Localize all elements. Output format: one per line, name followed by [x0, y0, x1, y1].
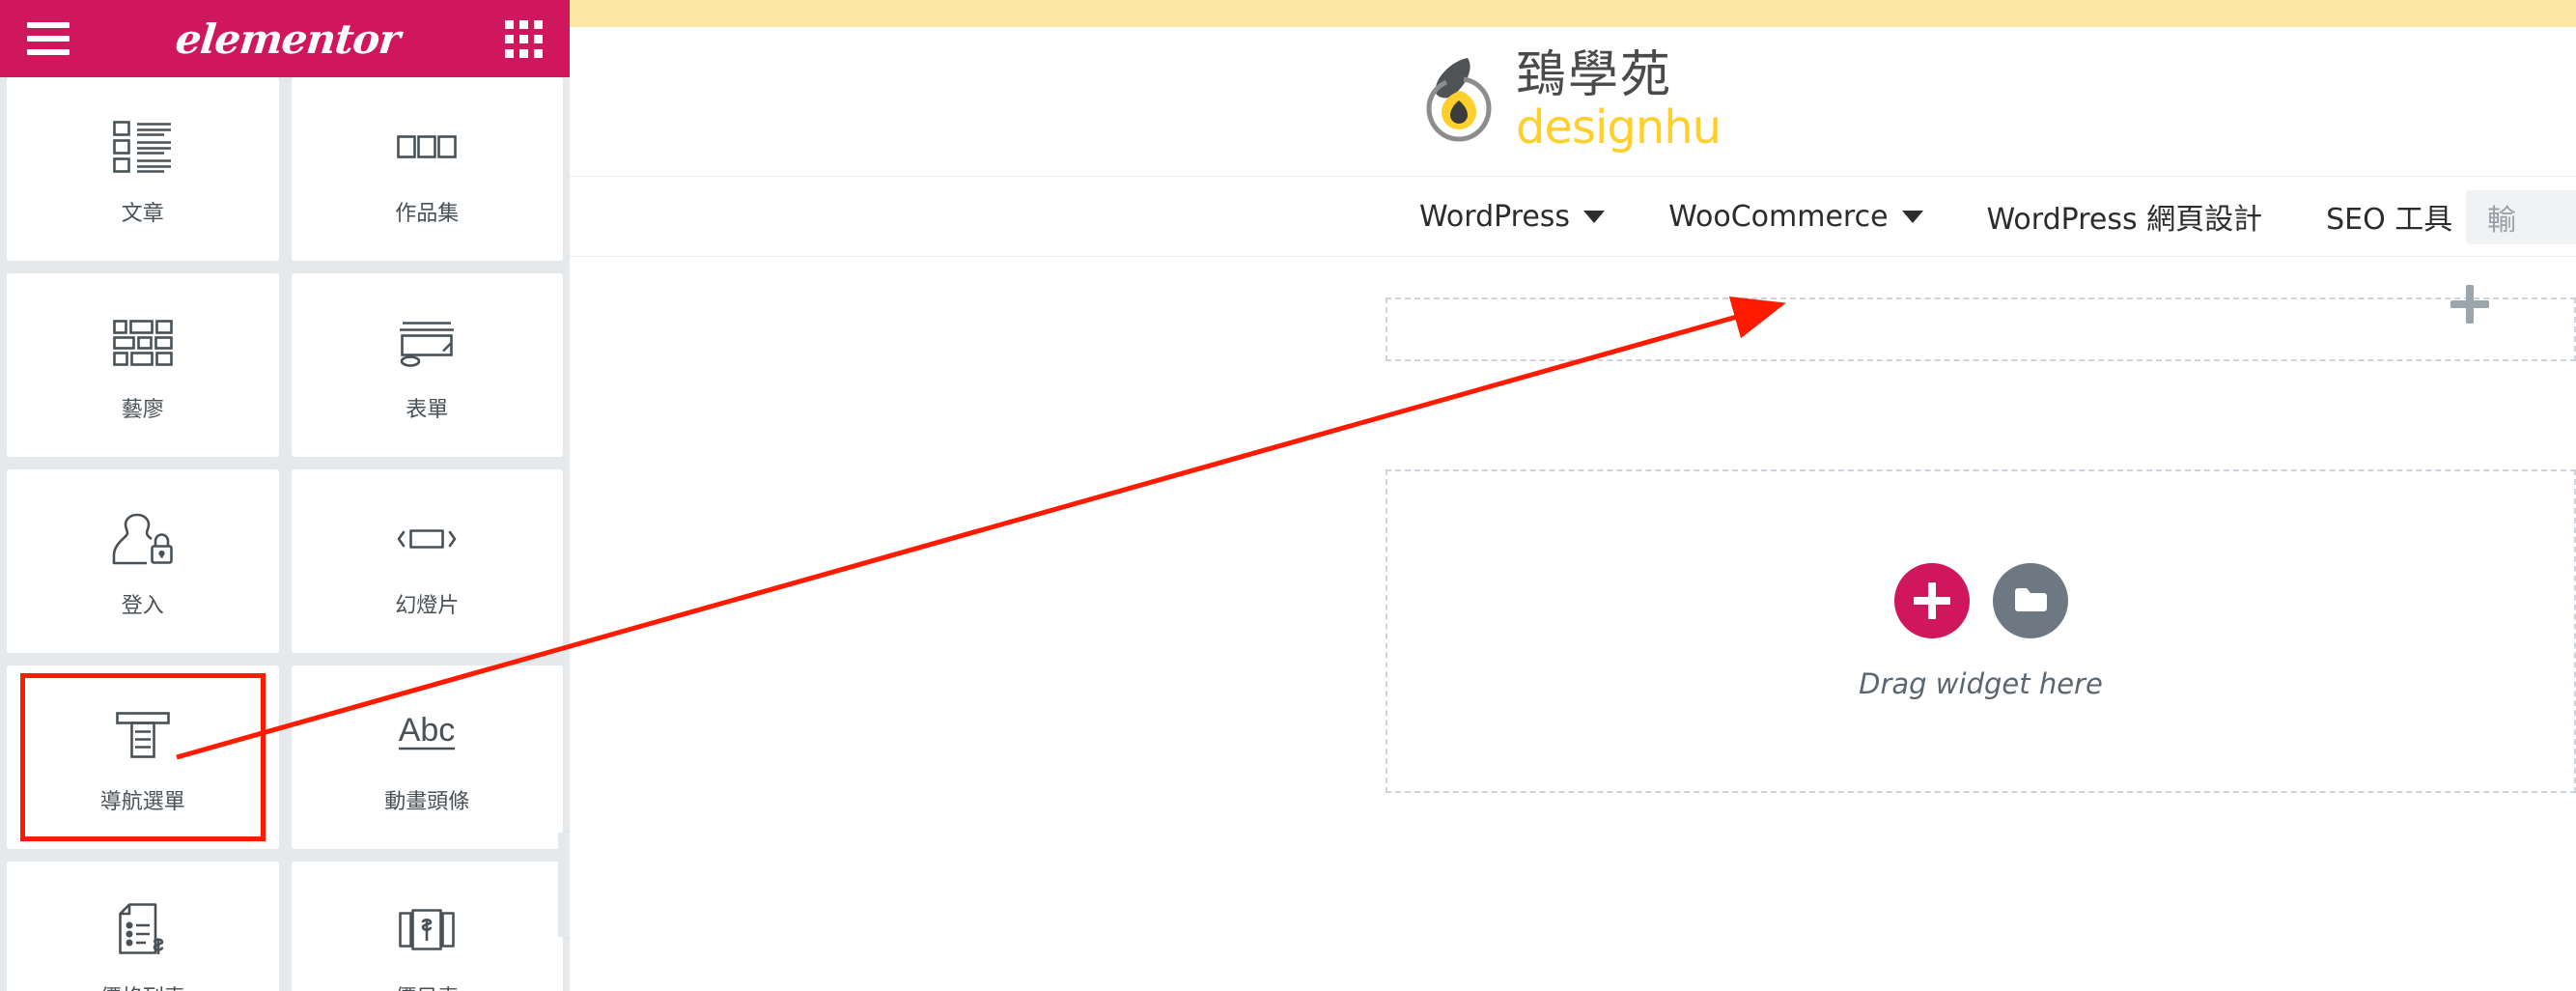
gallery-icon	[112, 307, 173, 379]
widget-card-posts[interactable]: 文章	[7, 77, 279, 261]
site-header: 鵄學苑 designhu	[570, 27, 2576, 151]
collapse-panel-button[interactable]: ‹	[558, 833, 570, 937]
search-value: 輸	[2487, 204, 2516, 238]
top-notice-strip	[570, 0, 2576, 27]
nav-item-wordpress[interactable]: WordPress	[1419, 199, 1606, 234]
nav-label: WordPress	[1419, 199, 1571, 234]
widget-card-nav-menu[interactable]: 導航選單	[7, 665, 279, 849]
nav-item-woocommerce[interactable]: WooCommerce	[1668, 199, 1923, 234]
logo-english-text: designhu	[1516, 100, 1722, 155]
slides-icon	[396, 503, 458, 575]
posts-icon	[112, 111, 173, 183]
widget-label: 價格列表	[100, 980, 185, 991]
site-logo[interactable]: 鵄學苑 designhu	[1419, 50, 2576, 151]
nav-label: WooCommerce	[1668, 199, 1889, 234]
plus-icon	[1913, 581, 1950, 619]
widget-panel: elementor 文章 作品集 藝廖 表單 登入 幻燈片 導航選單 Abc 動…	[0, 0, 570, 991]
widget-card-price-list[interactable]: 價格列表	[7, 862, 279, 991]
widget-label: 幻燈片	[395, 594, 460, 618]
site-navigation: WordPress WooCommerce WordPress 網頁設計 SEO…	[570, 176, 2576, 257]
panel-header: elementor	[0, 0, 570, 77]
widget-card-gallery[interactable]: 藝廖	[7, 273, 279, 457]
price-list-icon	[117, 895, 169, 967]
nav-label: WordPress 網頁設計	[1986, 203, 2263, 237]
widget-label: 文章	[121, 202, 164, 226]
nav-item-seo-tools[interactable]: SEO 工具	[2326, 195, 2488, 238]
form-icon	[397, 307, 457, 379]
logo-chinese-text: 鵄學苑	[1516, 46, 1673, 104]
widget-list: 文章 作品集 藝廖 表單 登入 幻燈片 導航選單 Abc 動畫頭條	[0, 77, 570, 991]
preview-canvas: 鵄學苑 designhu WordPress WooCommerce WordP…	[570, 0, 2576, 991]
dropzone-label: Drag widget here	[1859, 666, 2103, 700]
widget-label: 藝廖	[121, 398, 164, 422]
svg-text:Abc: Abc	[399, 712, 456, 749]
add-template-button[interactable]	[1992, 562, 2068, 638]
elementor-editor-window: elementor 文章 作品集 藝廖 表單 登入 幻燈片 導航選單 Abc 動…	[0, 0, 2576, 991]
widget-label: 動畫頭條	[384, 790, 470, 814]
widget-card-portfolio[interactable]: 作品集	[291, 77, 563, 261]
widget-label: 導航選單	[99, 790, 185, 814]
widget-dropzone[interactable]: Drag widget here	[1386, 469, 2576, 793]
hamburger-icon[interactable]	[27, 22, 70, 55]
add-section-dropzone[interactable]	[1386, 297, 2576, 361]
add-widget-button[interactable]	[1893, 562, 1970, 638]
widget-card-slides[interactable]: 幻燈片	[291, 469, 563, 653]
chevron-down-icon	[1901, 210, 1923, 223]
nav-item-wordpress-web-design[interactable]: WordPress 網頁設計	[1987, 195, 2263, 238]
widget-label: 價目表	[395, 980, 459, 991]
widget-label: 登入	[121, 594, 164, 618]
plus-icon[interactable]	[2450, 285, 2489, 324]
search-input[interactable]: 輸	[2466, 190, 2576, 244]
bird-droplet-logo-icon	[1419, 54, 1502, 147]
widget-card-form[interactable]: 表單	[291, 273, 563, 457]
price-table-icon	[398, 895, 456, 967]
widget-label: 作品集	[395, 202, 460, 226]
nav-menu-icon	[113, 699, 173, 771]
widget-label: 表單	[406, 398, 449, 422]
nav-label: SEO 工具	[2326, 203, 2453, 237]
animated-headline-icon: Abc	[391, 699, 462, 771]
chevron-down-icon	[1583, 210, 1606, 223]
grid-icon[interactable]	[504, 19, 543, 58]
widget-card-price-table[interactable]: 價目表	[291, 862, 563, 991]
login-icon	[112, 503, 174, 575]
elementor-logo: elementor	[173, 14, 402, 63]
widget-card-animated-headline[interactable]: Abc 動畫頭條	[291, 665, 563, 849]
widget-card-login[interactable]: 登入	[7, 469, 279, 653]
portfolio-icon	[397, 111, 458, 183]
folder-icon	[2014, 587, 2047, 611]
